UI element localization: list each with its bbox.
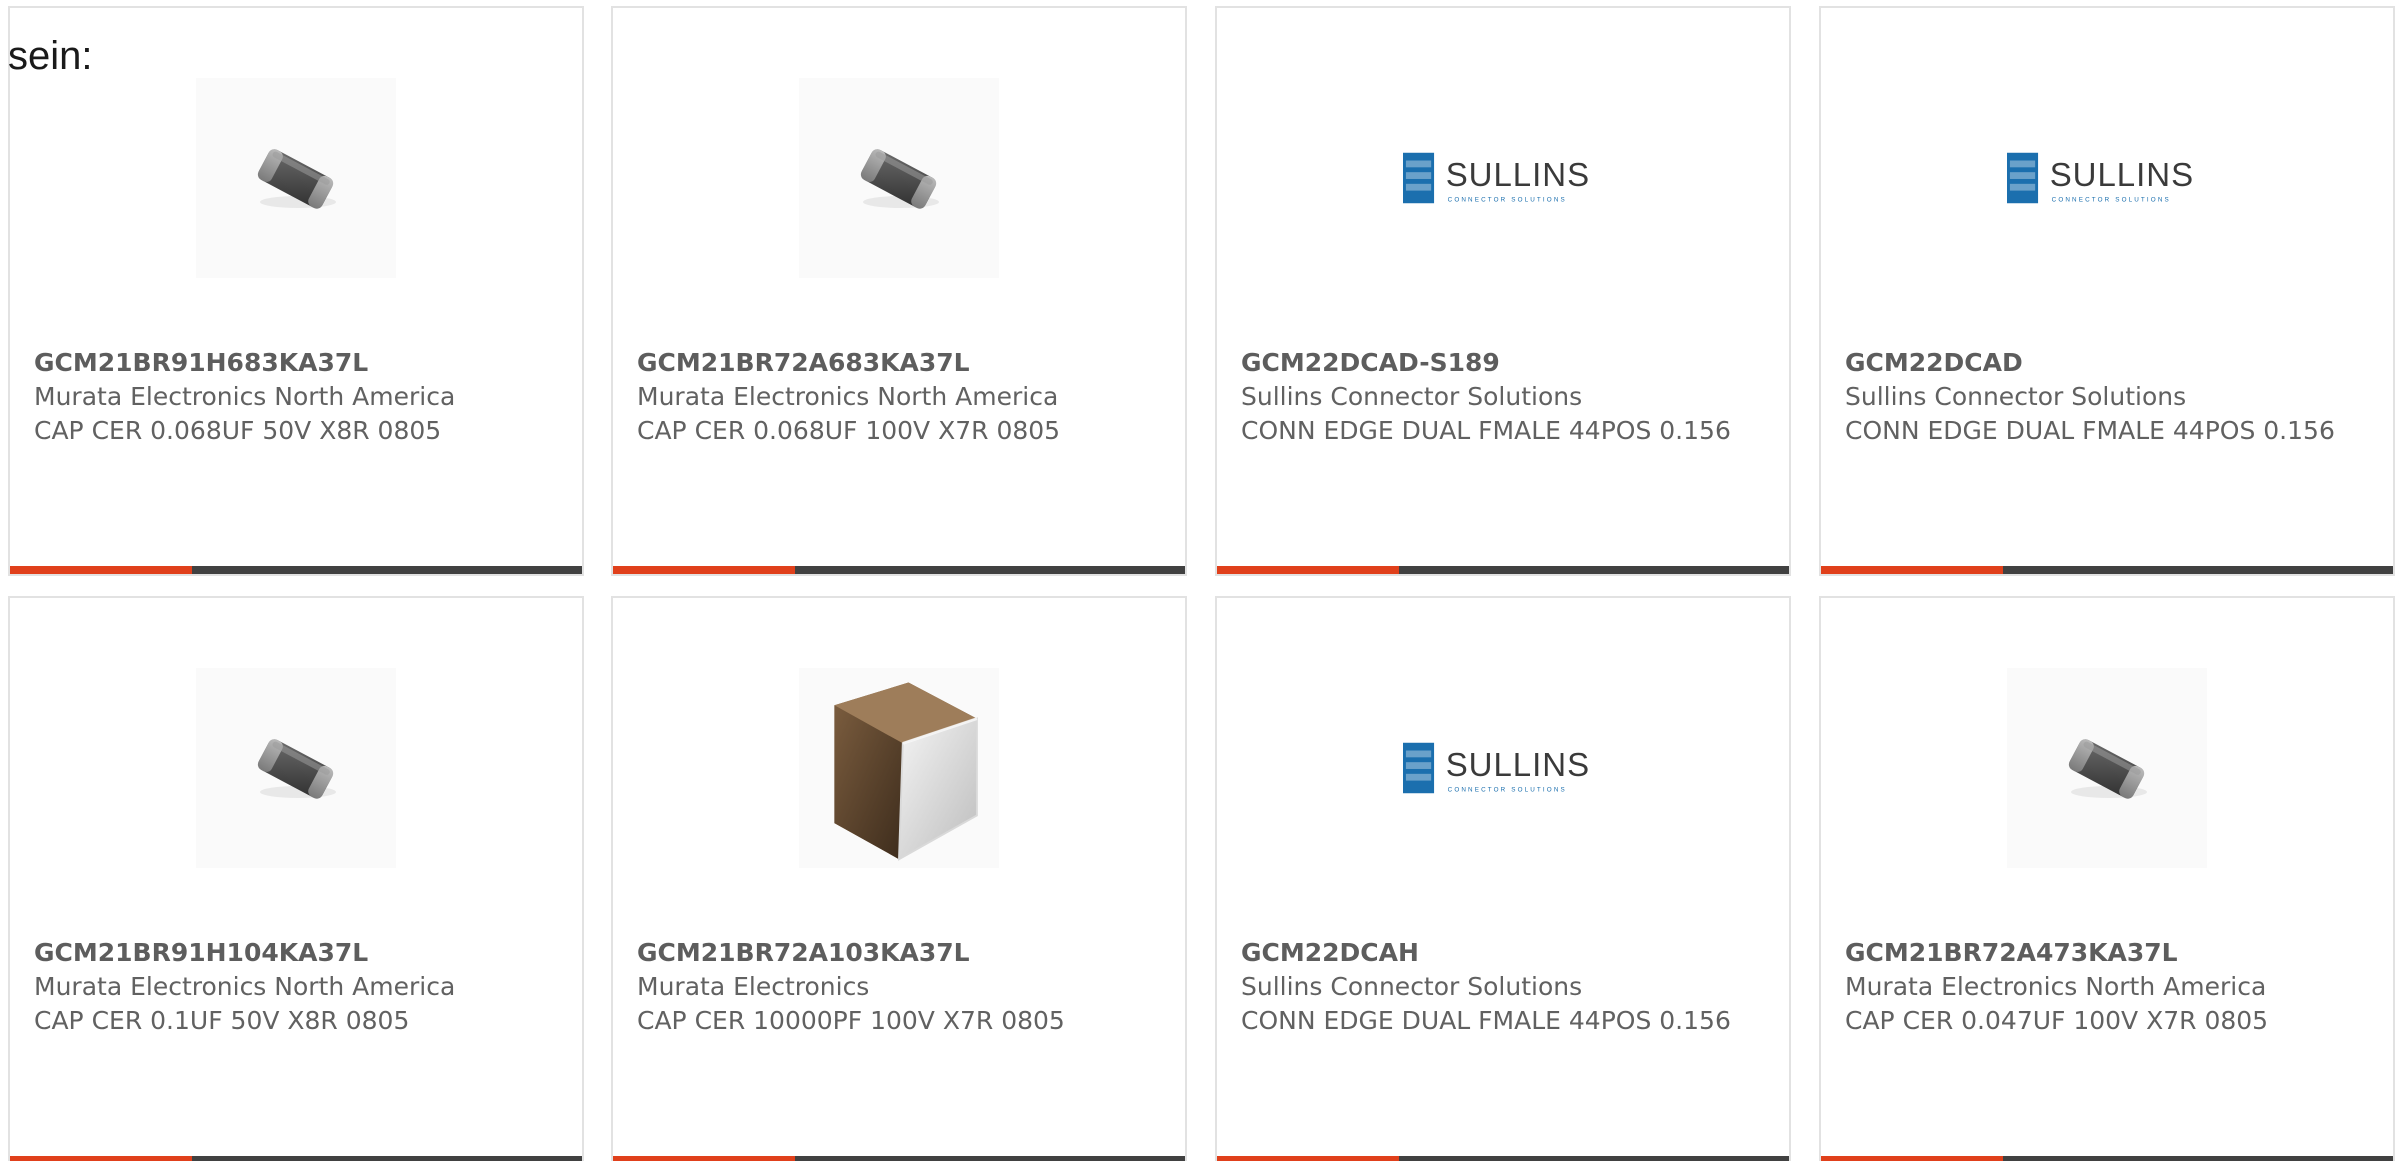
card-footer-bar: [1821, 1156, 2393, 1161]
chip-capacitor-icon: [2057, 718, 2157, 818]
card-footer-accent: [10, 566, 192, 574]
sullins-logo-wordmark: SULLINS: [1446, 156, 1590, 193]
product-image[interactable]: [2007, 668, 2207, 868]
product-description: CAP CER 0.047UF 100V X7R 0805: [1845, 1006, 2269, 1035]
sullins-logo-wordmark: SULLINS: [1446, 746, 1590, 783]
manufacturer-name: Sullins Connector Solutions: [1241, 382, 1583, 411]
part-number[interactable]: GCM21BR72A103KA37L: [637, 936, 1157, 970]
sullins-logo-image[interactable]: SULLINS CONNECTOR SOLUTIONS: [2007, 78, 2207, 278]
product-info: GCM21BR72A103KA37L Murata Electronics CAP …: [637, 936, 1157, 1038]
manufacturer-name: Murata Electronics: [637, 972, 870, 1001]
product-image[interactable]: [799, 78, 999, 278]
sullins-logo-icon: SULLINS CONNECTOR SOLUTIONS: [1403, 152, 1590, 203]
product-description: CONN EDGE DUAL FMALE 44POS 0.156: [1241, 1006, 1731, 1035]
product-info: GCM21BR72A473KA37L Murata Electronics Nor…: [1845, 936, 2365, 1038]
product-grid-page: sein: GCM21BR91H683KA37L Murata Electroni…: [0, 0, 2400, 1161]
sullins-logo-image[interactable]: SULLINS CONNECTOR SOLUTIONS: [1403, 78, 1603, 278]
sullins-logo-tagline: CONNECTOR SOLUTIONS: [2052, 196, 2171, 203]
sullins-logo-wordmark: SULLINS: [2050, 156, 2194, 193]
card-footer-bar: [10, 566, 582, 574]
product-card[interactable]: GCM21BR72A683KA37L Murata Electronics Nor…: [611, 6, 1187, 576]
card-footer-accent: [1217, 1156, 1399, 1161]
manufacturer-name: Murata Electronics North America: [1845, 972, 2267, 1001]
card-footer-accent: [10, 1156, 192, 1161]
product-card[interactable]: SULLINS CONNECTOR SOLUTIONS GCM22DCAH Sulli…: [1215, 596, 1791, 1161]
chip-capacitor-icon: [246, 128, 346, 228]
product-info: GCM22DCAH Sullins Connector Solutions CONN…: [1241, 936, 1761, 1038]
product-description: CAP CER 0.068UF 50V X8R 0805: [34, 416, 442, 445]
card-footer-bar: [10, 1156, 582, 1161]
product-card[interactable]: GCM21BR72A473KA37L Murata Electronics Nor…: [1819, 596, 2395, 1161]
part-number[interactable]: GCM21BR91H683KA37L: [34, 346, 554, 380]
product-description: CONN EDGE DUAL FMALE 44POS 0.156: [1241, 416, 1731, 445]
sullins-logo-image[interactable]: SULLINS CONNECTOR SOLUTIONS: [1403, 668, 1603, 868]
part-number[interactable]: GCM22DCAH: [1241, 936, 1761, 970]
card-footer-bar: [1217, 1156, 1789, 1161]
manufacturer-name: Sullins Connector Solutions: [1845, 382, 2187, 411]
manufacturer-name: Sullins Connector Solutions: [1241, 972, 1583, 1001]
sullins-logo-icon: SULLINS CONNECTOR SOLUTIONS: [1403, 742, 1590, 793]
part-number[interactable]: GCM22DCAD: [1845, 346, 2365, 380]
card-footer-accent: [1217, 566, 1399, 574]
product-description: CONN EDGE DUAL FMALE 44POS 0.156: [1845, 416, 2335, 445]
product-info: GCM21BR72A683KA37L Murata Electronics Nor…: [637, 346, 1157, 448]
part-number[interactable]: GCM21BR91H104KA37L: [34, 936, 554, 970]
product-info: GCM21BR91H683KA37L Murata Electronics Nor…: [34, 346, 554, 448]
product-card[interactable]: GCM21BR91H104KA37L Murata Electronics Nor…: [8, 596, 584, 1161]
part-number[interactable]: GCM21BR72A683KA37L: [637, 346, 1157, 380]
product-info: GCM22DCAD-S189 Sullins Connector Solution…: [1241, 346, 1761, 448]
product-description: CAP CER 10000PF 100V X7R 0805: [637, 1006, 1065, 1035]
manufacturer-name: Murata Electronics North America: [34, 972, 456, 1001]
card-footer-bar: [1217, 566, 1789, 574]
manufacturer-name: Murata Electronics North America: [637, 382, 1059, 411]
product-image[interactable]: [799, 668, 999, 868]
product-card[interactable]: SULLINS CONNECTOR SOLUTIONS GCM22DCAD-S189…: [1215, 6, 1791, 576]
product-description: CAP CER 0.1UF 50V X8R 0805: [34, 1006, 410, 1035]
product-info: GCM22DCAD Sullins Connector Solutions CONN…: [1845, 346, 2365, 448]
card-footer-bar: [613, 1156, 1185, 1161]
sullins-logo-tagline: CONNECTOR SOLUTIONS: [1448, 786, 1567, 793]
card-footer-accent: [1821, 1156, 2003, 1161]
sullins-logo-tagline: CONNECTOR SOLUTIONS: [1448, 196, 1567, 203]
product-card[interactable]: GCM21BR72A103KA37L Murata Electronics CAP …: [611, 596, 1187, 1161]
part-number[interactable]: GCM22DCAD-S189: [1241, 346, 1761, 380]
product-image[interactable]: [196, 668, 396, 868]
part-number[interactable]: GCM21BR72A473KA37L: [1845, 936, 2365, 970]
chip-capacitor-icon: [246, 718, 346, 818]
product-card[interactable]: SULLINS CONNECTOR SOLUTIONS GCM22DCAD Sulli…: [1819, 6, 2395, 576]
product-description: CAP CER 0.068UF 100V X7R 0805: [637, 416, 1061, 445]
page-prefix-text: sein:: [8, 34, 93, 78]
product-card[interactable]: GCM21BR91H683KA37L Murata Electronics Nor…: [8, 6, 584, 576]
card-footer-accent: [1821, 566, 2003, 574]
card-footer-accent: [613, 1156, 795, 1161]
card-footer-bar: [613, 566, 1185, 574]
product-info: GCM21BR91H104KA37L Murata Electronics Nor…: [34, 936, 554, 1038]
large-capacitor-icon: [804, 673, 994, 863]
sullins-logo-icon: SULLINS CONNECTOR SOLUTIONS: [2007, 152, 2194, 203]
product-image[interactable]: [196, 78, 396, 278]
manufacturer-name: Murata Electronics North America: [34, 382, 456, 411]
card-footer-bar: [1821, 566, 2393, 574]
chip-capacitor-icon: [849, 128, 949, 228]
card-footer-accent: [613, 566, 795, 574]
